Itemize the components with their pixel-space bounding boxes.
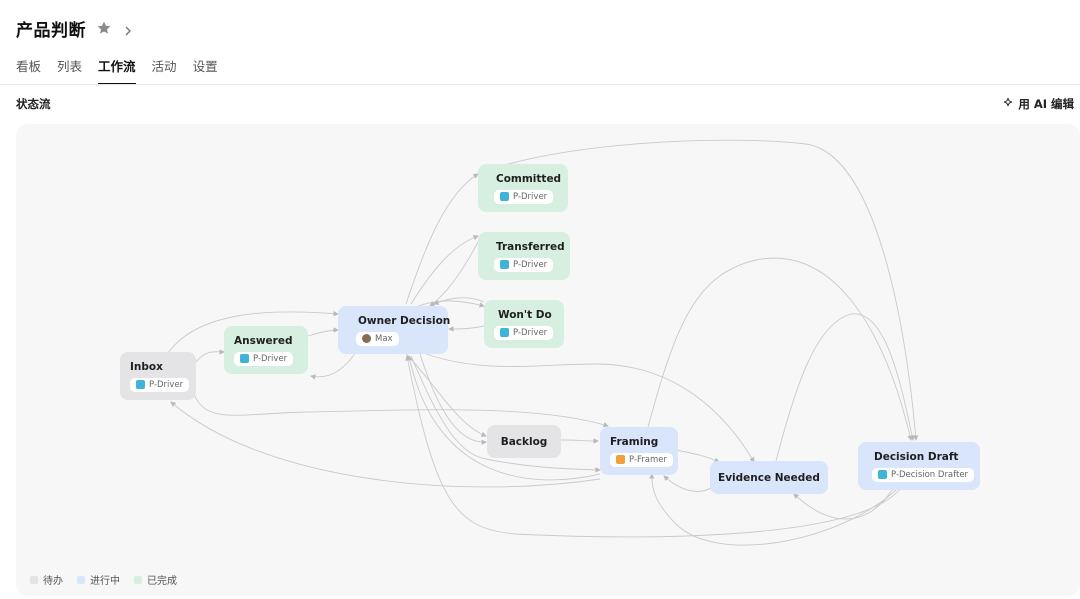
assignee-name: P-Driver (513, 259, 548, 270)
edge (775, 313, 915, 462)
node-owner-decision[interactable]: Owner Decision Max (338, 306, 451, 354)
node-label: Owner Decision (358, 314, 451, 327)
node-backlog[interactable]: Backlog (487, 425, 561, 458)
legend-swatch (30, 575, 38, 584)
assignee-name: P-Driver (149, 379, 184, 390)
node-committed[interactable]: Committed P-Driver (478, 164, 568, 212)
bot-avatar-icon (500, 328, 509, 337)
tab-settings[interactable]: 设置 (193, 56, 218, 85)
edge (675, 449, 720, 463)
assignee-name: P-Framer (629, 454, 667, 465)
tab-list[interactable]: 列表 (57, 56, 82, 85)
assignee-name: P-Driver (513, 327, 548, 338)
node-label: Answered (234, 334, 293, 347)
assignee-chip[interactable]: P-Driver (234, 351, 294, 366)
node-label: Inbox (130, 360, 163, 373)
node-label: Framing (610, 435, 659, 448)
tab-bar: 看板 列表 工作流 活动 设置 (16, 56, 218, 85)
edge (425, 353, 755, 463)
edge (307, 327, 339, 337)
tab-kanban[interactable]: 看板 (16, 56, 41, 85)
assignee-chip[interactable]: P-Driver (494, 325, 554, 340)
edge (433, 297, 485, 305)
node-label: Evidence Needed (718, 471, 820, 484)
bot-avatar-icon (136, 380, 145, 389)
node-label: Decision Draft (874, 450, 959, 463)
node-answered[interactable]: Answered P-Driver (224, 326, 308, 374)
edge (195, 349, 225, 363)
edge (448, 325, 485, 332)
edge (310, 351, 357, 380)
node-label: Won't Do (498, 308, 552, 321)
legend-swatch (134, 575, 142, 584)
edge (560, 438, 599, 444)
bot-avatar-icon (500, 192, 509, 201)
assignee-chip[interactable]: P-Framer (610, 452, 673, 467)
legend-item: 进行中 (77, 572, 120, 587)
edge (663, 475, 717, 492)
node-label: Transferred (496, 240, 565, 253)
legend-item: 待办 (30, 572, 63, 587)
tabs-divider (0, 84, 1080, 85)
assignee-chip[interactable]: P-Driver (494, 257, 554, 272)
edge (410, 235, 479, 305)
legend-item: 已完成 (134, 572, 177, 587)
user-avatar-icon (362, 334, 371, 343)
sparkle-icon (1002, 97, 1014, 112)
page-title: 产品判断 (16, 20, 86, 41)
assignee-name: Max (375, 333, 393, 344)
edge (429, 241, 479, 307)
legend-label: 待办 (43, 576, 63, 587)
tab-workflow[interactable]: 工作流 (98, 56, 136, 85)
page-header: 产品判断 (16, 14, 134, 42)
assignee-name: P-Driver (253, 353, 288, 364)
assignee-name: P-Driver (513, 191, 548, 202)
legend-label: 已完成 (147, 576, 177, 587)
edge (193, 393, 609, 428)
ai-edit-label: 用 AI 编辑 (1018, 97, 1074, 111)
node-label: Backlog (500, 435, 548, 448)
node-evidence-needed[interactable]: Evidence Needed (710, 461, 828, 494)
bot-avatar-icon (878, 470, 887, 479)
section-title: 状态流 (16, 97, 51, 111)
bot-avatar-icon (240, 354, 249, 363)
status-legend: 待办 进行中 已完成 (30, 572, 177, 587)
assignee-chip[interactable]: P-Driver (494, 189, 554, 204)
assignee-name: P-Decision Drafter (891, 469, 969, 480)
edge (405, 353, 487, 437)
workflow-canvas[interactable]: Inbox P-Driver Answered P-Driver Owner D… (16, 124, 1080, 596)
ai-edit-button[interactable]: 用 AI 编辑 (1002, 96, 1074, 112)
node-transferred[interactable]: Transferred P-Driver (478, 232, 570, 280)
edge (405, 173, 479, 305)
assignee-chip[interactable]: P-Driver (130, 377, 190, 392)
node-label: Committed (496, 172, 562, 185)
node-wont-do[interactable]: Won't Do P-Driver (484, 300, 564, 348)
node-inbox[interactable]: Inbox P-Driver (120, 352, 196, 400)
bot-avatar-icon (616, 455, 625, 464)
assignee-chip[interactable]: Max (356, 331, 399, 346)
node-decision-draft[interactable]: Decision Draft P-Decision Drafter (858, 442, 980, 490)
legend-label: 进行中 (90, 576, 120, 587)
star-icon[interactable] (96, 20, 112, 36)
legend-swatch (77, 575, 85, 584)
chevron-right-icon[interactable] (122, 22, 134, 36)
bot-avatar-icon (500, 260, 509, 269)
assignee-chip[interactable]: P-Decision Drafter (872, 467, 975, 482)
tab-activity[interactable]: 活动 (152, 56, 177, 85)
node-framing[interactable]: Framing P-Framer (600, 427, 678, 475)
edge (647, 257, 913, 441)
